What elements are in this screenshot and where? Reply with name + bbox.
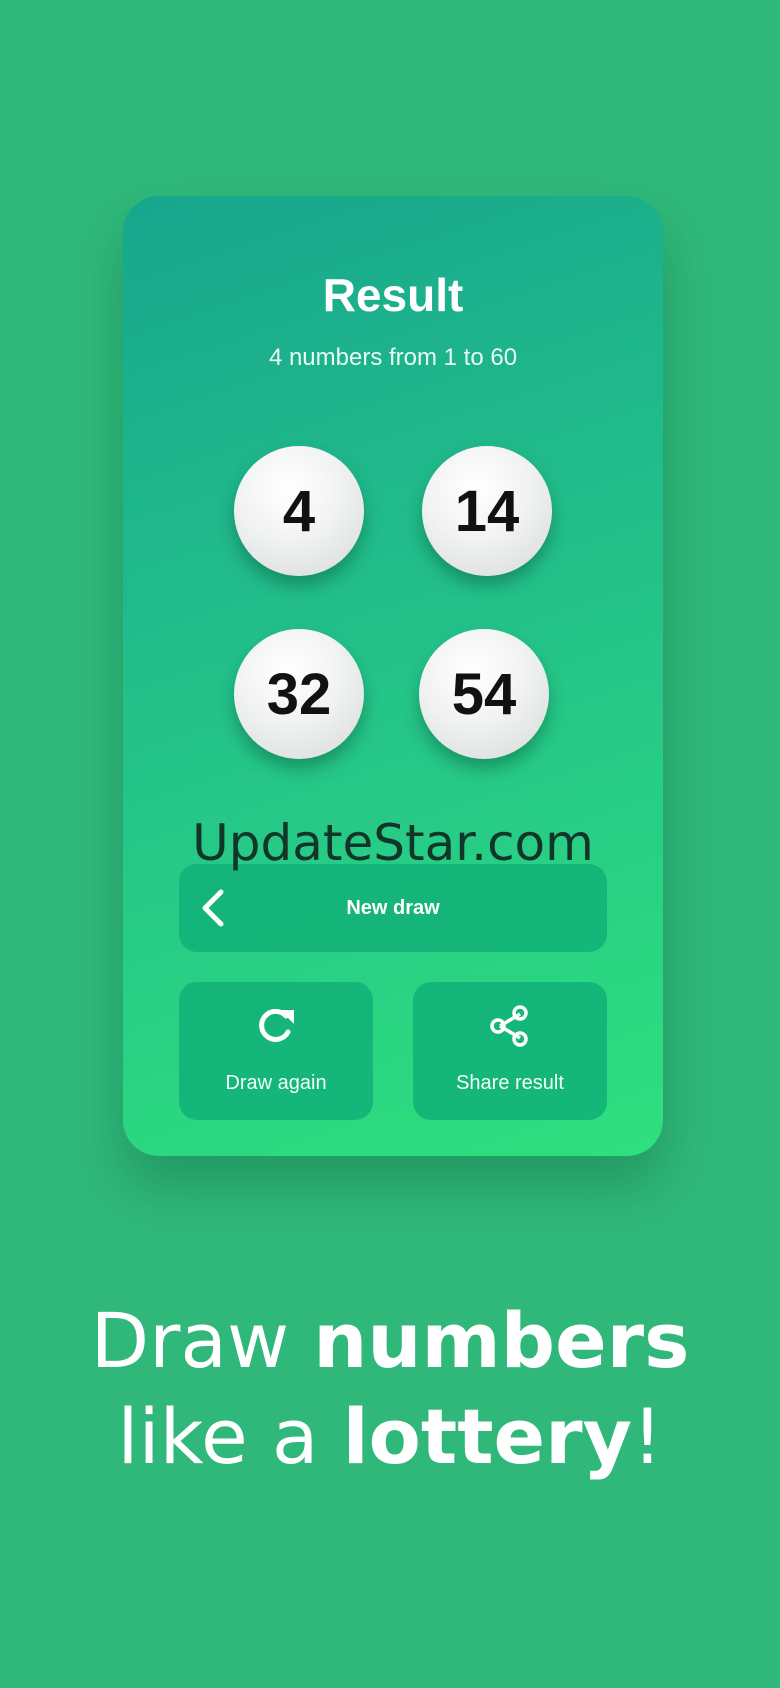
lottery-ball: 4	[234, 446, 364, 576]
redo-icon	[259, 1008, 294, 1042]
tagline-emphasis: lottery	[342, 1392, 633, 1481]
share-icon	[490, 1005, 528, 1047]
tagline-emphasis: numbers	[313, 1296, 690, 1385]
lottery-ball: 14	[422, 446, 552, 576]
new-draw-button[interactable]: New draw	[179, 864, 607, 952]
result-title: Result	[322, 269, 464, 321]
result-card: Result 4 numbers from 1 to 60 4 14 32 54…	[123, 196, 663, 1156]
draw-again-label: Draw again	[225, 1072, 327, 1094]
lottery-ball: 32	[234, 629, 364, 759]
tagline-line-2: like a lottery!	[0, 1392, 780, 1481]
draw-again-button[interactable]: Draw again	[179, 982, 373, 1120]
new-draw-label: New draw	[346, 897, 440, 919]
share-result-label: Share result	[456, 1072, 564, 1094]
result-subtitle: 4 numbers from 1 to 60	[268, 344, 518, 371]
watermark: UpdateStar.com	[192, 814, 594, 872]
lottery-ball: 54	[419, 629, 549, 759]
tagline-text: like a	[117, 1392, 343, 1481]
share-result-button[interactable]: Share result	[413, 982, 607, 1120]
tagline-text: !	[632, 1392, 663, 1481]
tagline-line-1: Draw numbers	[0, 1296, 780, 1385]
tagline-text: Draw	[90, 1296, 314, 1385]
